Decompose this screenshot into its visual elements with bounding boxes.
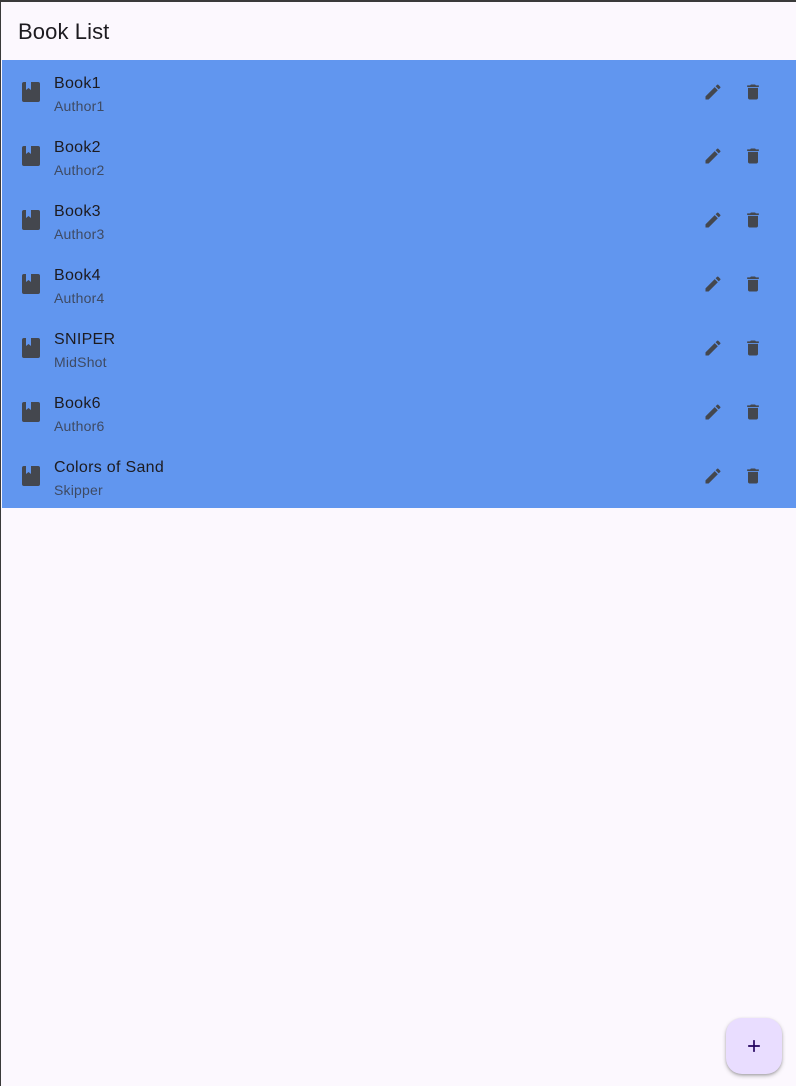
list-item-texts: Book3 Author3 [54,202,104,244]
list-item[interactable]: Colors of Sand Skipper [2,444,796,508]
list-item[interactable]: Book6 Author6 [2,380,796,444]
book-icon [22,146,40,166]
app-window: Book List Book1 Author1 Book2 Author2 Bo… [0,0,796,1086]
app-bar: Book List [2,4,796,60]
edit-icon [705,148,721,164]
edit-icon [705,212,721,228]
delete-button[interactable] [733,200,773,240]
delete-icon [747,276,759,292]
edit-button[interactable] [693,72,733,112]
book-author: Author2 [54,162,105,178]
book-title: SNIPER [54,331,116,348]
book-icon [22,210,40,230]
book-author: Author4 [54,290,105,306]
delete-icon [747,148,759,164]
edit-button[interactable] [693,264,733,304]
edit-button[interactable] [693,392,733,432]
delete-button[interactable] [733,328,773,368]
page-title: Book List [18,19,110,44]
list-item[interactable]: Book3 Author3 [2,188,796,252]
delete-icon [747,212,759,228]
delete-icon [747,84,759,100]
book-icon [22,466,40,486]
delete-icon [747,404,759,420]
book-icon [22,402,40,422]
book-author: Author3 [54,226,105,242]
delete-icon [747,468,759,484]
book-title: Book4 [54,267,101,284]
list-item[interactable]: Book1 Author1 [2,60,796,124]
edit-icon [705,468,721,484]
delete-button[interactable] [733,392,773,432]
list-item[interactable]: Book4 Author4 [2,252,796,316]
edit-button[interactable] [693,200,733,240]
list-item[interactable]: Book2 Author2 [2,124,796,188]
book-icon [22,338,40,358]
book-author: Author6 [54,418,105,434]
edit-icon [705,340,721,356]
delete-button[interactable] [733,72,773,112]
book-icon [22,82,40,102]
edit-button[interactable] [693,136,733,176]
list-item-texts: Book2 Author2 [54,138,104,180]
add-icon [748,1040,760,1052]
book-title: Book6 [54,395,101,412]
book-title: Book2 [54,139,101,156]
book-icon [22,274,40,294]
edit-icon [705,276,721,292]
list-item-texts: Colors of Sand Skipper [54,458,164,500]
book-author: Author1 [54,98,105,114]
add-book-fab[interactable] [726,1018,782,1074]
edit-icon [705,404,721,420]
list-item-texts: Book4 Author4 [54,266,104,308]
book-author: Skipper [54,482,103,498]
edit-button[interactable] [693,328,733,368]
list-item-texts: Book6 Author6 [54,394,104,436]
delete-button[interactable] [733,456,773,496]
list-item-texts: Book1 Author1 [54,74,104,116]
book-title: Book1 [54,75,101,92]
book-title: Colors of Sand [54,459,165,476]
edit-button[interactable] [693,456,733,496]
delete-icon [747,340,759,356]
delete-button[interactable] [733,264,773,304]
list-item[interactable]: SNIPER MidShot [2,316,796,380]
list-item-texts: SNIPER MidShot [54,330,115,372]
book-title: Book3 [54,203,101,220]
delete-button[interactable] [733,136,773,176]
edit-icon [705,84,721,100]
book-list: Book1 Author1 Book2 Author2 Book3 Author… [2,60,796,508]
book-author: MidShot [54,354,107,370]
